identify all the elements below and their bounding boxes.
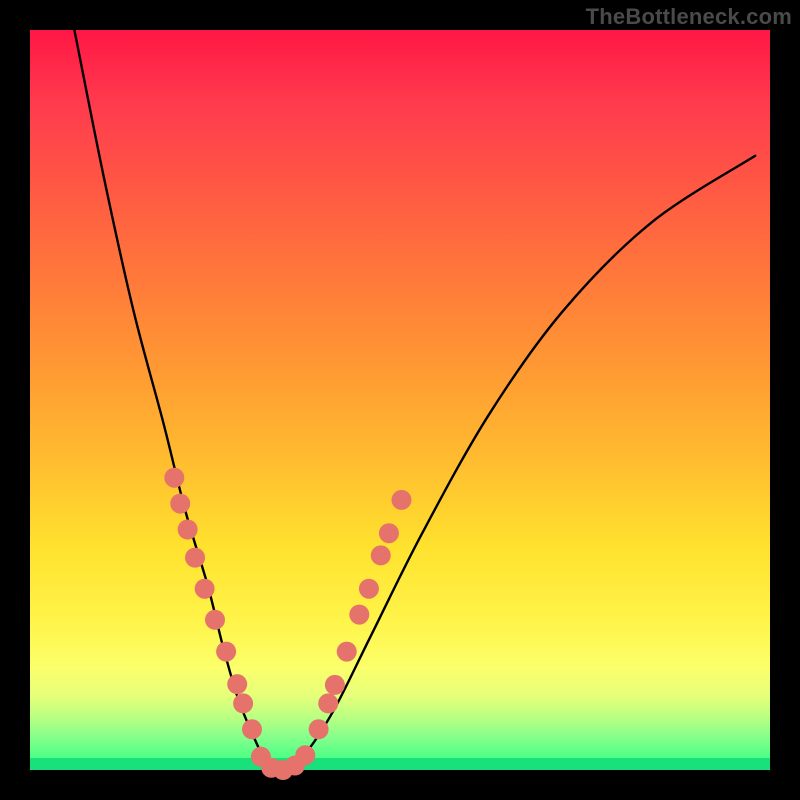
trough-dots-dot — [295, 745, 315, 765]
right-branch-dots-dot — [379, 523, 399, 543]
left-branch-dots-dot — [233, 693, 253, 713]
bottleneck-curve — [74, 30, 755, 770]
watermark-text: TheBottleneck.com — [586, 4, 792, 30]
right-branch-dots-dot — [371, 545, 391, 565]
right-branch-dots-dot — [337, 642, 357, 662]
left-branch-dots-dot — [216, 642, 236, 662]
left-branch-dots-dot — [170, 494, 190, 514]
left-branch-dots-dot — [178, 520, 198, 540]
left-branch-dots-dot — [227, 674, 247, 694]
chart-frame: TheBottleneck.com — [0, 0, 800, 800]
right-branch-dots-dot — [318, 693, 338, 713]
right-branch-dots-dot — [325, 675, 345, 695]
left-branch-dots-dot — [164, 468, 184, 488]
left-branch-dots-dot — [205, 610, 225, 630]
right-branch-dots-dot — [309, 719, 329, 739]
right-branch-dots-dot — [391, 490, 411, 510]
right-branch-dots-dot — [349, 605, 369, 625]
right-branch-dots-dot — [359, 579, 379, 599]
left-branch-dots-dot — [242, 719, 262, 739]
left-branch-dots-dot — [185, 548, 205, 568]
chart-svg — [30, 30, 770, 770]
left-branch-dots-dot — [195, 579, 215, 599]
marker-layer — [164, 468, 411, 780]
